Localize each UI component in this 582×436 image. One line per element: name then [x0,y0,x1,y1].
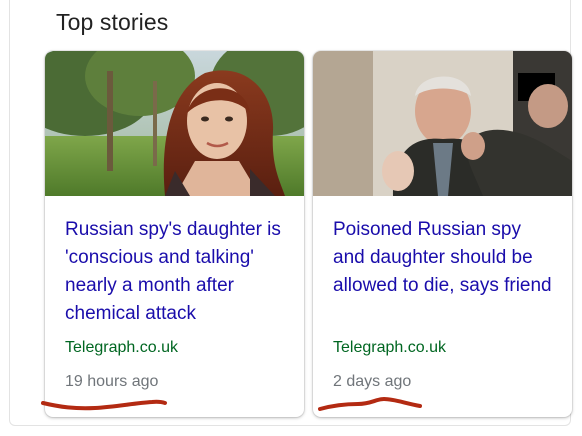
story-time-1: 19 hours ago [65,373,159,390]
story-card-1[interactable]: Russian spy's daughter is 'conscious and… [45,51,304,417]
story-time-2: 2 days ago [333,373,412,390]
man-photo-image [313,51,572,196]
story-source-1: Telegraph.co.uk [65,339,178,356]
story-card-2[interactable]: Poisoned Russian spy and daughter should… [313,51,572,417]
story-source-2: Telegraph.co.uk [333,339,446,356]
story-headline-1[interactable]: Russian spy's daughter is 'conscious and… [65,216,289,328]
woman-photo-image [45,51,304,196]
story-thumbnail-1[interactable] [45,51,304,196]
section-title: Top stories [56,9,169,35]
story-headline-2[interactable]: Poisoned Russian spy and daughter should… [333,216,557,300]
top-stories-panel: Top stories Russian spy's daughter is 'c… [9,0,572,426]
story-thumbnail-2[interactable] [313,51,572,196]
